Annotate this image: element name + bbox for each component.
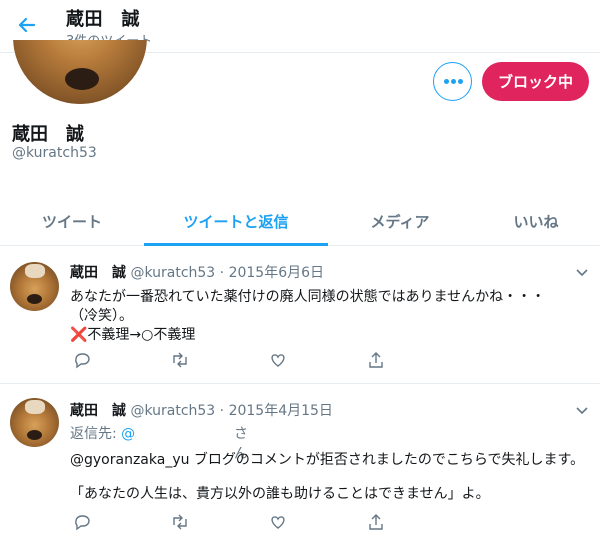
tweet-author-name[interactable]: 蔵田 誠 [70, 403, 126, 419]
tweet-header: 蔵田 誠 @kuratch53 · 2015年6月6日 [70, 265, 325, 281]
avatar[interactable] [10, 398, 59, 447]
tweet-actions [70, 350, 390, 370]
reply-to-user[interactable]: @ [121, 426, 135, 442]
tab-tweets-and-replies[interactable]: ツイートと返信 [144, 196, 328, 246]
tweet-header: 蔵田 誠 @kuratch53 · 2015年4月15日 [70, 403, 333, 419]
tweet-text-line: あなたが一番恐れていた薬付けの廃人同様の状態ではありませんかね・・・ [70, 289, 546, 305]
profile-avatar[interactable] [13, 40, 147, 104]
reply-to-prefix: 返信先: [70, 426, 117, 442]
tab-likes[interactable]: いいね [472, 196, 600, 246]
tweet-author-handle[interactable]: @kuratch53 [130, 403, 215, 419]
heart-icon[interactable] [268, 350, 288, 370]
share-icon[interactable] [366, 350, 386, 370]
tweet-text-line: 「あなたの人生は、貴方以外の誰も助けることはできません」よ。 [70, 486, 490, 502]
chevron-down-icon[interactable] [574, 402, 590, 418]
active-tab-indicator [144, 243, 328, 246]
tab-tweets[interactable]: ツイート [0, 196, 144, 246]
reply-to-line: 返信先: @ さん [70, 423, 248, 462]
tweet-date[interactable]: 2015年4月15日 [229, 403, 333, 419]
reply-icon[interactable] [72, 350, 92, 370]
retweet-icon[interactable] [170, 512, 190, 532]
avatar[interactable] [10, 262, 59, 311]
tweet-author-handle[interactable]: @kuratch53 [130, 265, 215, 281]
profile-tabs: ツイート ツイートと返信 メディア いいね [0, 196, 600, 246]
arrow-left-icon[interactable] [12, 10, 42, 40]
tweet[interactable]: 蔵田 誠 @kuratch53 · 2015年6月6日 あなたが一番恐れていた薬… [0, 247, 600, 384]
tweet-author-name[interactable]: 蔵田 誠 [70, 265, 126, 281]
heart-icon[interactable] [268, 512, 288, 532]
profile-handle: @kuratch53 [12, 145, 97, 161]
more-dots-icon[interactable] [433, 62, 472, 101]
tweet-date[interactable]: 2015年6月6日 [229, 265, 324, 281]
header-title: 蔵田 誠 [66, 9, 140, 30]
profile-name: 蔵田 誠 [12, 124, 84, 145]
reply-icon[interactable] [72, 512, 92, 532]
chevron-down-icon[interactable] [574, 264, 590, 280]
tweet-text-line: ❌不義理→○不義理 [70, 327, 196, 343]
share-icon[interactable] [366, 512, 386, 532]
tweet-actions [70, 512, 390, 532]
retweet-icon[interactable] [170, 350, 190, 370]
block-button[interactable]: ブロック中 [482, 62, 589, 101]
tweet[interactable]: 蔵田 誠 @kuratch53 · 2015年4月15日 返信先: @ さん @… [0, 385, 600, 546]
tweet-text-line: （冷笑）。 [70, 308, 133, 324]
tweet-text-line: @gyoranzaka_yu ブログのコメントが拒否されましたのでこちらで失礼し… [70, 452, 585, 468]
tab-media[interactable]: メディア [328, 196, 472, 246]
